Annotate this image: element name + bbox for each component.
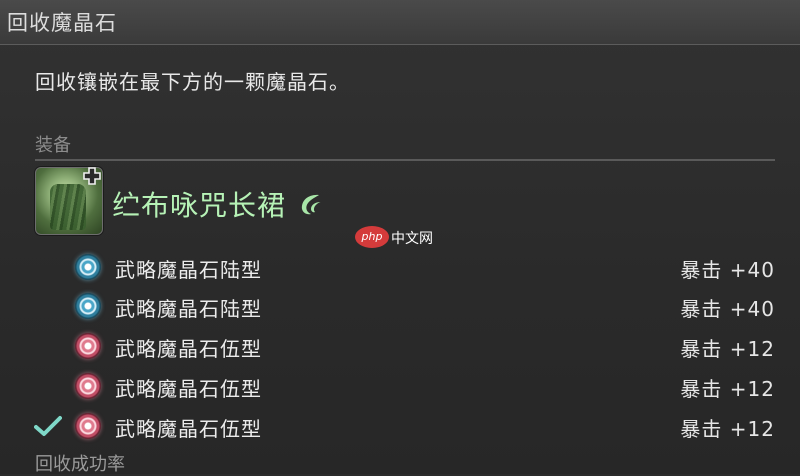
materia-row[interactable]: 武略魔晶石伍型 暴击 +12 (0, 365, 800, 405)
materia-pink-icon (75, 333, 101, 359)
plus-badge-icon (83, 167, 101, 185)
watermark-text: 中文网 (391, 231, 433, 247)
window-title: 回收魔晶石 (7, 11, 117, 35)
high-quality-icon (301, 194, 321, 215)
title-bar[interactable]: 回收魔晶石 (0, 0, 800, 45)
materia-stat: 暴击 +40 (680, 297, 775, 321)
equipment-section-label: 装备 (35, 135, 71, 156)
materia-row-selected[interactable]: 武略魔晶石伍型 暴击 +12 (0, 405, 800, 445)
equipment-item-name: 纻布咏咒长裙 (112, 189, 287, 222)
materia-stat: 暴击 +12 (680, 417, 775, 441)
materia-name: 武略魔晶石伍型 (115, 377, 262, 401)
success-rate-label: 回收成功率 (35, 454, 125, 475)
materia-name: 武略魔晶石陆型 (115, 297, 262, 321)
materia-name: 武略魔晶石伍型 (115, 417, 262, 441)
materia-row[interactable]: 武略魔晶石陆型 暴击 +40 (0, 285, 800, 325)
materia-stat: 暴击 +12 (680, 337, 775, 361)
checkmark-icon (34, 416, 62, 436)
section-divider (35, 159, 775, 161)
description-text: 回收镶嵌在最下方的一颗魔晶石。 (35, 70, 350, 94)
materia-blue-icon (75, 293, 101, 319)
materia-row[interactable]: 武略魔晶石陆型 暴击 +40 (0, 246, 800, 286)
materia-retrieval-window: 回收魔晶石 回收镶嵌在最下方的一颗魔晶石。 装备 纻布咏咒长裙 php 中文网 … (0, 0, 800, 475)
materia-name: 武略魔晶石伍型 (115, 337, 262, 361)
materia-stat: 暴击 +12 (680, 377, 775, 401)
watermark-logo: php (355, 226, 389, 248)
robe-icon (50, 184, 86, 230)
materia-row[interactable]: 武略魔晶石伍型 暴击 +12 (0, 325, 800, 365)
materia-pink-icon (75, 373, 101, 399)
materia-pink-icon (75, 413, 101, 439)
materia-name: 武略魔晶石陆型 (115, 258, 262, 282)
materia-stat: 暴击 +40 (680, 258, 775, 282)
materia-blue-icon (75, 254, 101, 280)
